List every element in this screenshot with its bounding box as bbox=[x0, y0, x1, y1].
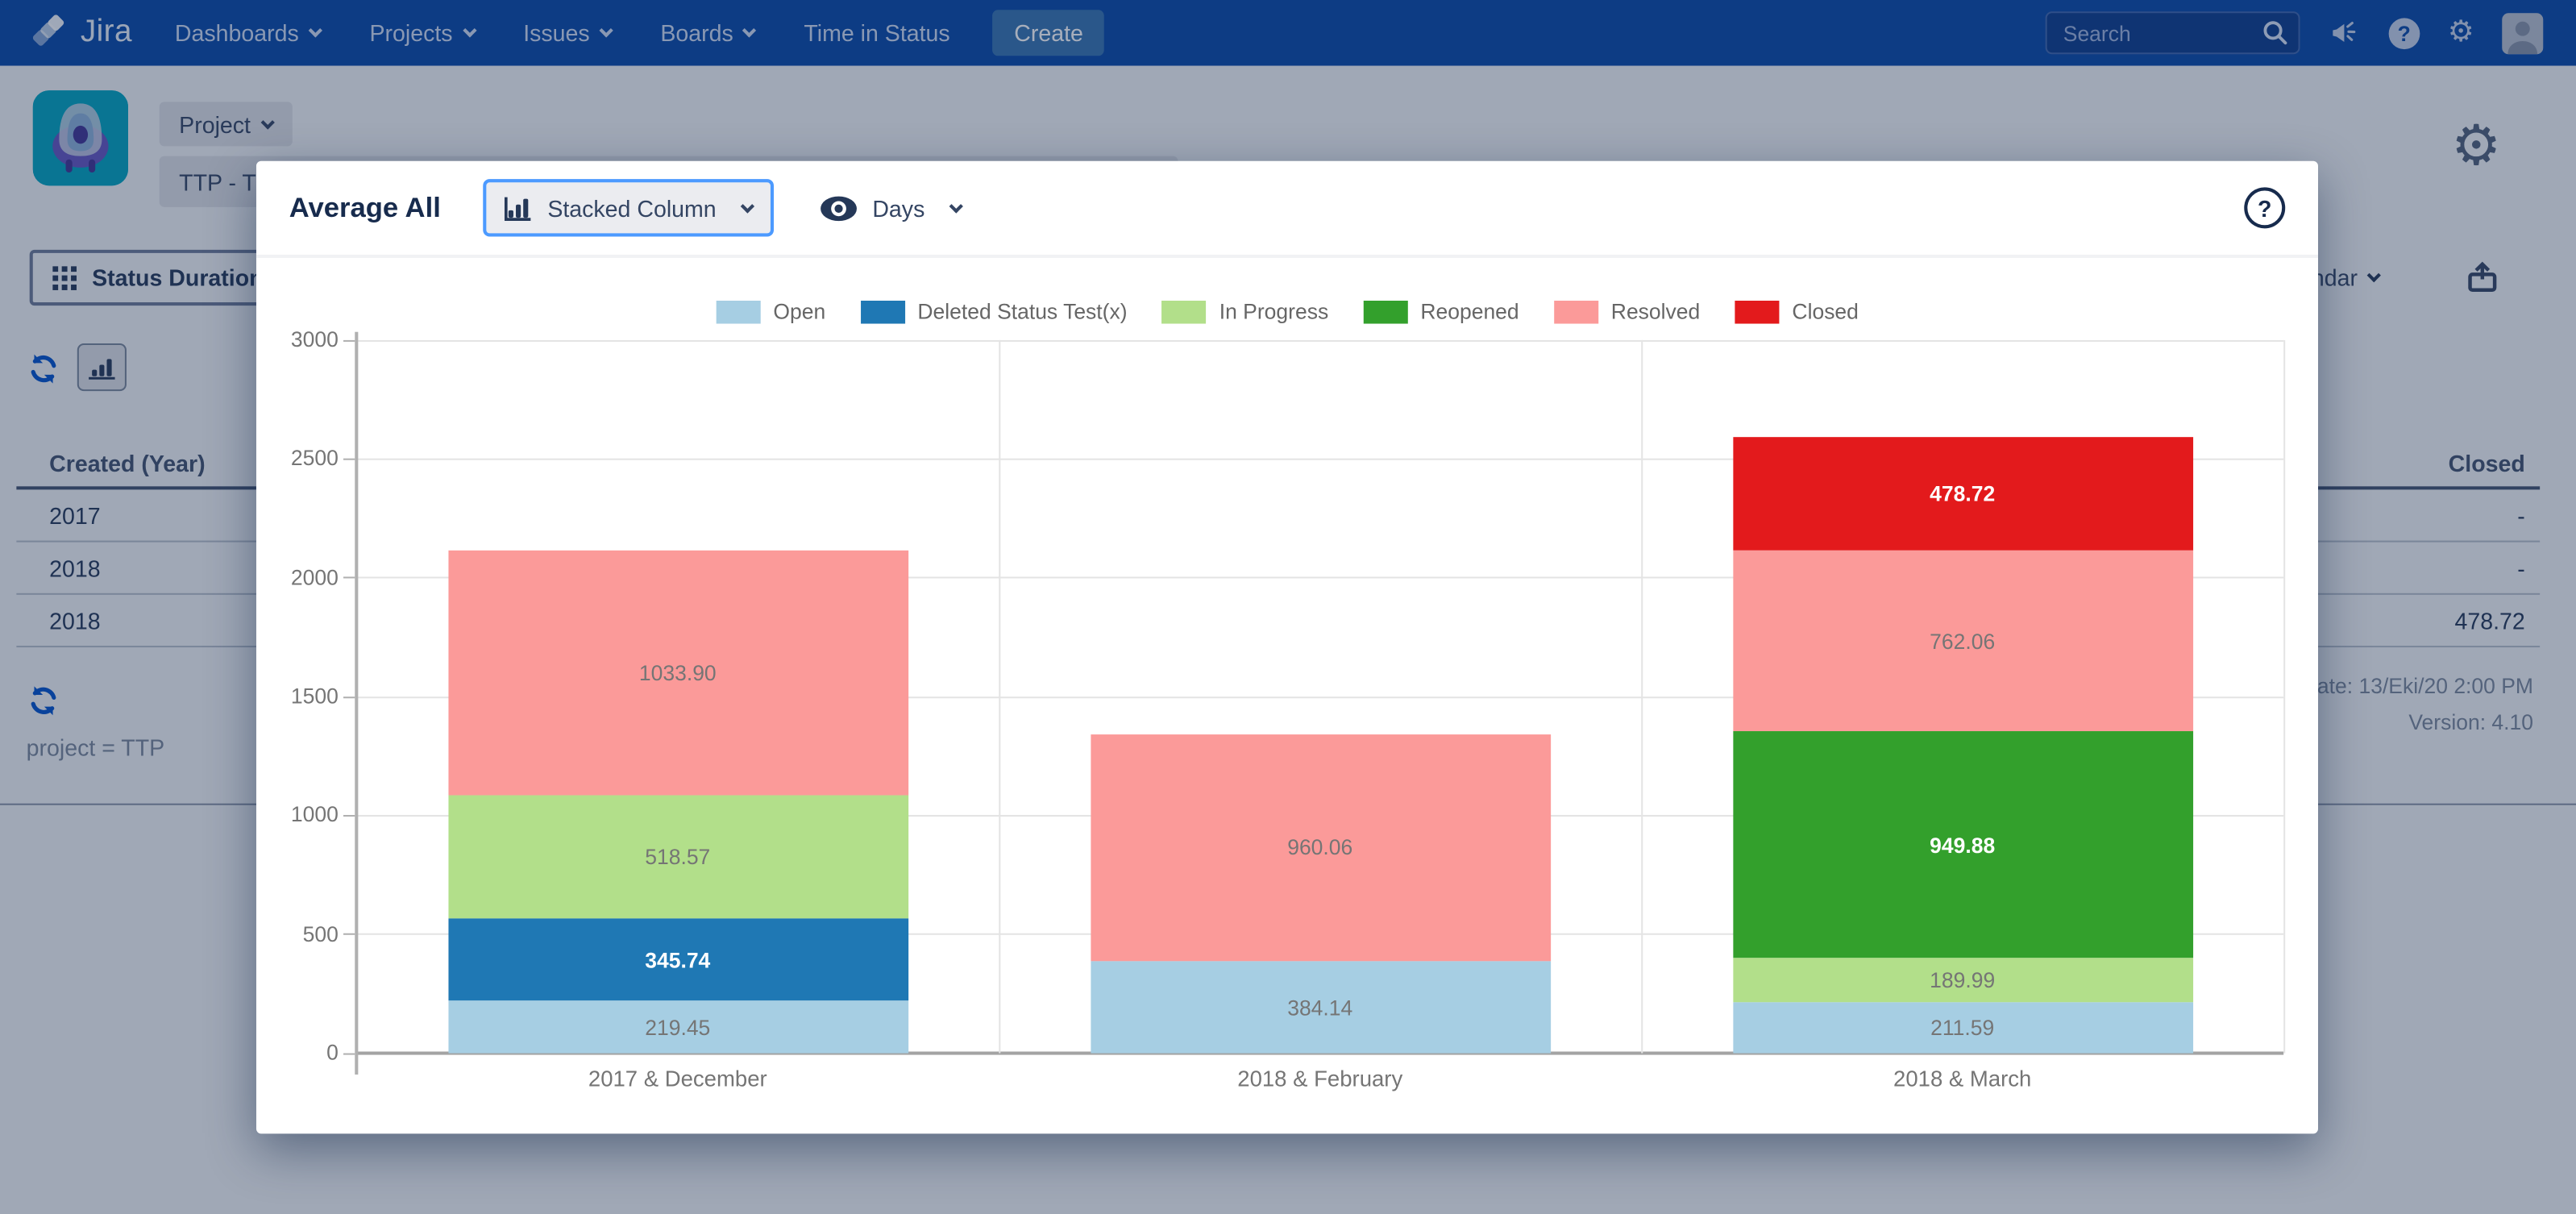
bar-segment-value: 189.99 bbox=[1930, 968, 1995, 993]
x-category-label: 2018 & March bbox=[1641, 1066, 2283, 1091]
y-tick-label: 500 bbox=[266, 921, 339, 946]
bar-segment[interactable]: 478.72 bbox=[1732, 437, 2192, 551]
stacked-bar: 219.45 345.74 518.57 1033.90 bbox=[447, 550, 908, 1053]
unit-value: Days bbox=[872, 195, 924, 222]
bar-segment[interactable]: 1033.90 bbox=[447, 550, 908, 796]
bar-segment[interactable]: 949.88 bbox=[1732, 732, 2192, 958]
chart-type-value: Stacked Column bbox=[547, 195, 716, 222]
y-tick-mark bbox=[343, 696, 355, 697]
bar-segment[interactable]: 211.59 bbox=[1732, 1003, 2192, 1053]
bar-segment[interactable]: 219.45 bbox=[447, 1001, 908, 1054]
chevron-down-icon bbox=[949, 198, 962, 212]
y-tick-label: 3000 bbox=[266, 327, 339, 352]
gridline bbox=[356, 339, 2283, 341]
bar-segment-value: 518.57 bbox=[645, 845, 710, 870]
bar-segment[interactable]: 189.99 bbox=[1732, 958, 2192, 1003]
chevron-down-icon bbox=[741, 198, 754, 212]
bar-segment-value: 960.06 bbox=[1287, 835, 1352, 860]
y-tick-label: 2500 bbox=[266, 446, 339, 471]
bar-segment-value: 219.45 bbox=[645, 1015, 710, 1040]
y-tick-mark bbox=[343, 933, 355, 935]
bar-segment[interactable]: 518.57 bbox=[447, 796, 908, 919]
plot-right-border bbox=[2283, 340, 2285, 1054]
y-tick-label: 2000 bbox=[266, 564, 339, 589]
dialog-title: Average All bbox=[289, 191, 441, 224]
stacked-column-icon bbox=[505, 195, 533, 222]
chart-area: OpenDeleted Status Test(x)In ProgressReo… bbox=[256, 258, 2318, 1130]
dialog-header: Average All Stacked Column Days bbox=[256, 161, 2318, 258]
bar-segment-value: 211.59 bbox=[1930, 1016, 1994, 1041]
y-tick-label: 0 bbox=[266, 1040, 339, 1065]
dialog-help-icon[interactable]: ? bbox=[2244, 187, 2285, 228]
y-tick-label: 1000 bbox=[266, 802, 339, 827]
y-tick-label: 1500 bbox=[266, 684, 339, 709]
bar-segment-value: 1033.90 bbox=[639, 660, 717, 685]
y-tick-mark bbox=[343, 339, 355, 341]
eye-icon bbox=[820, 195, 858, 222]
bar-segment[interactable]: 762.06 bbox=[1732, 551, 2192, 732]
x-category-label: 2018 & February bbox=[999, 1066, 1641, 1091]
x-category-label: 2017 & December bbox=[356, 1066, 999, 1091]
stacked-bar: 211.59 189.99 949.88 762.06 478.72 bbox=[1732, 437, 2192, 1053]
bar-segment-value: 345.74 bbox=[645, 948, 710, 973]
bar-segment-value: 949.88 bbox=[1930, 833, 1995, 858]
bar-segment-value: 478.72 bbox=[1930, 481, 1995, 506]
bar-segment[interactable]: 384.14 bbox=[1090, 962, 1550, 1053]
y-tick-mark bbox=[343, 1053, 355, 1054]
y-tick-mark bbox=[343, 815, 355, 817]
category-separator bbox=[1641, 340, 1643, 1054]
y-axis-line bbox=[355, 332, 358, 1075]
bar-segment-value: 762.06 bbox=[1930, 629, 1995, 654]
average-all-dialog: Average All Stacked Column Days bbox=[256, 161, 2318, 1134]
app-window: Jira Dashboards Projects Issues Boards T… bbox=[0, 0, 2576, 1214]
unit-dropdown[interactable]: Days bbox=[820, 195, 961, 222]
bar-segment-value: 384.14 bbox=[1287, 996, 1352, 1021]
bar-segment[interactable]: 345.74 bbox=[447, 919, 908, 1001]
chart-plot: 0 500 1000 1500 2000 2500 3000 219.45 345.74 518.… bbox=[256, 258, 2318, 1130]
y-tick-mark bbox=[343, 577, 355, 579]
chart-type-dropdown[interactable]: Stacked Column bbox=[484, 179, 774, 236]
y-tick-mark bbox=[343, 458, 355, 459]
category-separator bbox=[999, 340, 1000, 1054]
stacked-bar: 384.14 960.06 bbox=[1090, 734, 1550, 1053]
bar-segment[interactable]: 960.06 bbox=[1090, 734, 1550, 962]
